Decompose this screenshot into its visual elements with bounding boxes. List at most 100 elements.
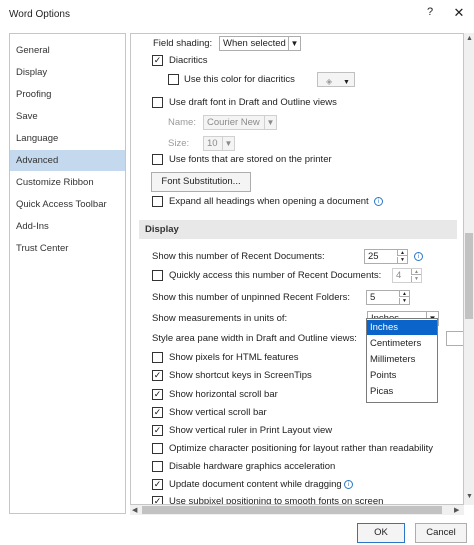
units-option-inches[interactable]: Inches xyxy=(367,320,437,335)
draft-font-row: Use draft font in Draft and Outline view… xyxy=(152,95,452,111)
display-section-header: Display xyxy=(139,220,457,239)
ok-button[interactable]: OK xyxy=(357,523,405,543)
spin-down-icon[interactable]: ▼ xyxy=(397,257,407,263)
nav-item-general[interactable]: General xyxy=(10,40,125,61)
spin-up-icon[interactable]: ▲ xyxy=(397,250,407,256)
font-name-select[interactable]: Courier New ▼ xyxy=(203,115,277,130)
update-dragging-checkbox[interactable]: ✓ xyxy=(152,479,163,490)
recent-docs-spinner[interactable]: 25 ▲ ▼ xyxy=(364,249,408,264)
chevron-down-icon: ▼ xyxy=(264,116,276,129)
vertical-ruler-label: Show vertical ruler in Print Layout view xyxy=(169,425,333,436)
measurement-units-label: Show measurements in units of: xyxy=(152,313,288,324)
nav-item-save[interactable]: Save xyxy=(10,106,125,127)
horizontal-scroll-checkbox[interactable]: ✓ xyxy=(152,389,163,400)
horizontal-scroll-thumb[interactable] xyxy=(142,506,442,514)
diacritics-color-checkbox[interactable] xyxy=(168,74,179,85)
diacritics-color-label: Use this color for diacritics xyxy=(184,74,295,85)
subpixel-row: ✓ Use subpixel positioning to smooth fon… xyxy=(152,494,463,505)
info-icon: i xyxy=(344,480,353,489)
disable-hw-row: Disable hardware graphics acceleration xyxy=(152,459,452,475)
subpixel-checkbox[interactable]: ✓ xyxy=(152,496,163,504)
style-area-input[interactable] xyxy=(446,331,463,346)
optimize-char-label: Optimize character positioning for layou… xyxy=(169,443,434,454)
recent-docs-label: Show this number of Recent Documents: xyxy=(152,251,325,262)
style-area-label: Style area pane width in Draft and Outli… xyxy=(152,333,357,344)
shortcut-keys-label: Show shortcut keys in ScreenTips xyxy=(169,370,312,381)
field-shading-label: Field shading: xyxy=(153,38,213,49)
spin-down-icon[interactable]: ▼ xyxy=(399,298,409,304)
nav-item-quick-access-toolbar[interactable]: Quick Access Toolbar xyxy=(10,194,125,215)
title-bar: Word Options ? ✕ xyxy=(0,0,474,30)
close-button[interactable]: ✕ xyxy=(451,5,467,21)
vertical-scroll-row: ✓ Show vertical scroll bar xyxy=(152,405,372,421)
vertical-ruler-checkbox[interactable]: ✓ xyxy=(152,425,163,436)
nav-item-language[interactable]: Language xyxy=(10,128,125,149)
units-option-millimeters[interactable]: Millimeters xyxy=(367,352,437,367)
scroll-left-icon[interactable]: ◀ xyxy=(132,506,137,514)
dialog-title: Word Options xyxy=(9,9,70,20)
vertical-scroll-checkbox[interactable]: ✓ xyxy=(152,407,163,418)
scroll-right-icon[interactable]: ▶ xyxy=(454,506,459,514)
expand-headings-label: Expand all headings when opening a docum… xyxy=(169,196,369,207)
font-size-select[interactable]: 10 ▼ xyxy=(203,136,235,151)
units-option-centimeters[interactable]: Centimeters xyxy=(367,336,437,351)
vertical-scrollbar[interactable]: ▲ ▼ xyxy=(464,33,474,505)
diacritics-color-picker[interactable]: ◈ ▼ xyxy=(317,72,355,87)
quick-access-spinner[interactable]: 4 ▲ ▼ xyxy=(392,268,422,283)
font-size-label: Size: xyxy=(168,138,190,149)
units-option-points[interactable]: Points xyxy=(367,368,437,383)
vertical-ruler-row: ✓ Show vertical ruler in Print Layout vi… xyxy=(152,423,452,439)
draft-font-label: Use draft font in Draft and Outline view… xyxy=(169,97,337,108)
optimize-char-row: Optimize character positioning for layou… xyxy=(152,441,463,457)
info-icon: i xyxy=(414,252,423,261)
scroll-down-icon[interactable]: ▼ xyxy=(466,493,473,500)
font-name-value: Courier New xyxy=(207,117,260,128)
nav-item-add-ins[interactable]: Add-Ins xyxy=(10,216,125,237)
help-button[interactable]: ? xyxy=(423,6,437,22)
field-shading-row: Field shading: When selected ▼ xyxy=(153,36,453,52)
spin-up-icon[interactable]: ▲ xyxy=(399,291,409,297)
nav-item-trust-center[interactable]: Trust Center xyxy=(10,238,125,259)
cancel-button[interactable]: Cancel xyxy=(415,523,467,543)
font-size-value: 10 xyxy=(207,138,218,149)
vertical-scroll-label: Show vertical scroll bar xyxy=(169,407,267,418)
diacritics-checkbox[interactable]: ✓ xyxy=(152,55,163,66)
unpinned-folders-value: 5 xyxy=(370,292,376,303)
printer-fonts-checkbox[interactable] xyxy=(152,154,163,165)
update-dragging-label: Update document content while dragging xyxy=(169,479,342,490)
disable-hw-checkbox[interactable] xyxy=(152,461,163,472)
unpinned-folders-row: Show this number of unpinned Recent Fold… xyxy=(152,290,462,306)
pixels-html-label: Show pixels for HTML features xyxy=(169,352,299,363)
pixels-html-checkbox[interactable] xyxy=(152,352,163,363)
spin-down-icon[interactable]: ▼ xyxy=(411,276,421,282)
scroll-up-icon[interactable]: ▲ xyxy=(466,35,473,42)
optimize-char-checkbox[interactable] xyxy=(152,443,163,454)
spin-up-icon[interactable]: ▲ xyxy=(411,269,421,275)
expand-headings-checkbox[interactable] xyxy=(152,196,163,207)
font-substitution-button[interactable]: Font Substitution... xyxy=(151,172,251,192)
field-shading-value: When selected xyxy=(223,38,286,49)
diacritics-color-row: Use this color for diacritics ◈ ▼ xyxy=(168,72,408,88)
draft-font-checkbox[interactable] xyxy=(152,97,163,108)
quick-access-checkbox[interactable] xyxy=(152,270,163,281)
nav-item-display[interactable]: Display xyxy=(10,62,125,83)
horizontal-scrollbar[interactable]: ◀ ▶ xyxy=(130,505,464,515)
nav-item-advanced[interactable]: Advanced xyxy=(10,150,125,171)
diacritics-row: ✓ Diacritics xyxy=(152,53,352,69)
unpinned-folders-spinner[interactable]: 5 ▲ ▼ xyxy=(366,290,410,305)
vertical-scroll-thumb[interactable] xyxy=(465,233,473,319)
subpixel-label: Use subpixel positioning to smooth fonts… xyxy=(169,496,384,505)
nav-item-proofing[interactable]: Proofing xyxy=(10,84,125,105)
draft-font-size-row: Size: 10 ▼ xyxy=(168,136,368,152)
units-option-picas[interactable]: Picas xyxy=(367,384,437,399)
quick-access-row: Quickly access this number of Recent Doc… xyxy=(152,268,462,284)
horizontal-scroll-row: ✓ Show horizontal scroll bar xyxy=(152,387,372,403)
chevron-down-icon: ▼ xyxy=(222,137,234,150)
shortcut-keys-checkbox[interactable]: ✓ xyxy=(152,370,163,381)
nav-item-customize-ribbon[interactable]: Customize Ribbon xyxy=(10,172,125,193)
font-name-label: Name: xyxy=(168,117,196,128)
diacritics-label: Diacritics xyxy=(169,55,208,66)
pixels-html-row: Show pixels for HTML features xyxy=(152,350,372,366)
field-shading-select[interactable]: When selected ▼ xyxy=(219,36,301,51)
quick-access-label: Quickly access this number of Recent Doc… xyxy=(169,270,382,281)
